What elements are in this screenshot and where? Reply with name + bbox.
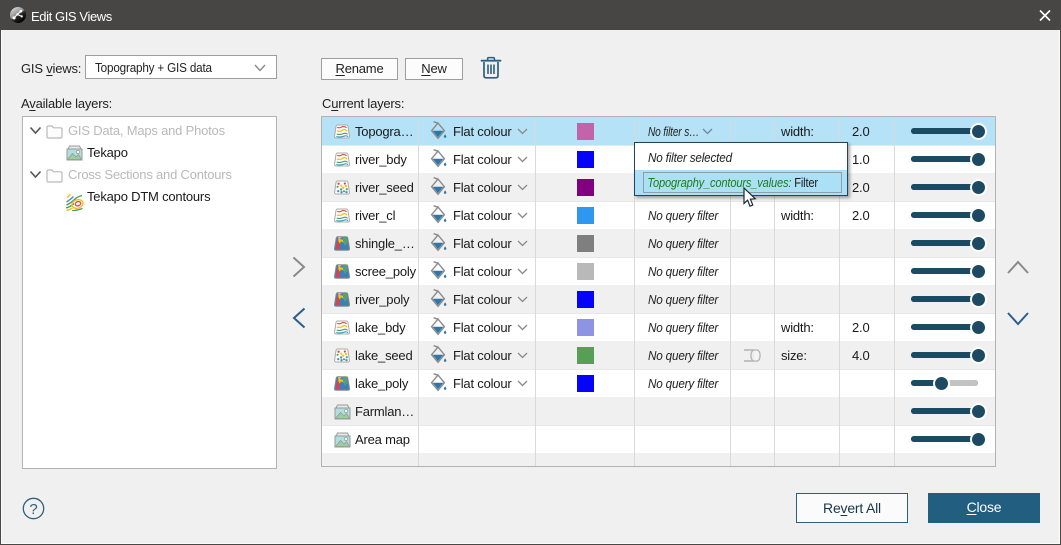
svg-text:?: ? [29, 501, 37, 518]
